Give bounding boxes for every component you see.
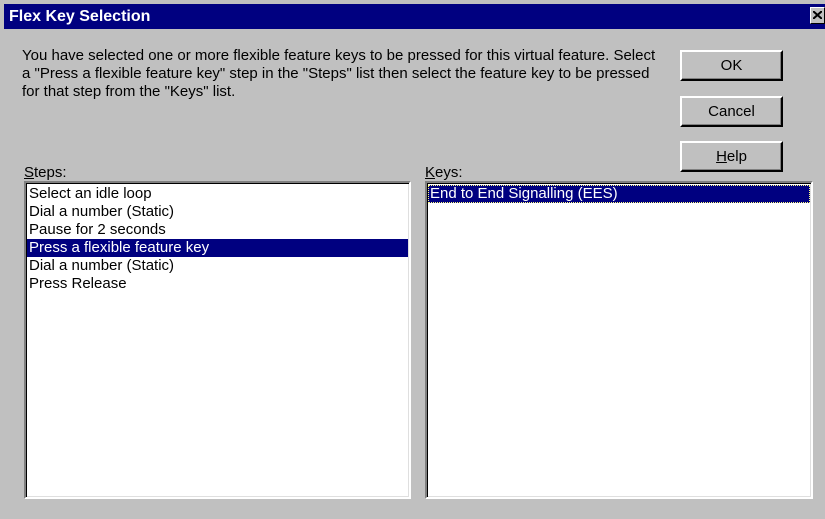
steps-label-rest: teps:: [34, 164, 67, 181]
window-title: Flex Key Selection: [9, 8, 151, 25]
instructions-text: You have selected one or more flexible f…: [22, 47, 656, 100]
close-icon: [813, 11, 822, 19]
steps-list-item[interactable]: Dial a number (Static): [27, 203, 408, 221]
steps-list-item[interactable]: Press a flexible feature key: [27, 239, 408, 257]
keys-list-item[interactable]: End to End Signalling (EES): [428, 185, 810, 203]
steps-list-item[interactable]: Select an idle loop: [27, 185, 408, 203]
keys-label-rest: eys:: [435, 164, 463, 181]
keys-mnemonic: K: [425, 164, 436, 181]
ok-button[interactable]: OK: [680, 50, 783, 81]
steps-list-item[interactable]: Pause for 2 seconds: [27, 221, 408, 239]
ok-button-label: OK: [720, 57, 743, 74]
steps-list-item[interactable]: Press Release: [27, 275, 408, 293]
close-button[interactable]: [810, 7, 825, 24]
steps-list-item[interactable]: Dial a number (Static): [27, 257, 408, 275]
cancel-button[interactable]: Cancel: [680, 96, 783, 127]
help-button-label: Help: [716, 148, 747, 165]
cancel-button-label: Cancel: [708, 103, 755, 120]
steps-label: Steps:: [24, 164, 67, 182]
keys-label: Keys:: [425, 164, 463, 182]
help-button[interactable]: Help: [680, 141, 783, 172]
steps-mnemonic: S: [24, 164, 35, 181]
help-label-rest: elp: [726, 148, 747, 165]
title-bar[interactable]: Flex Key Selection: [4, 4, 825, 29]
flex-key-selection-dialog: Flex Key Selection You have selected one…: [0, 0, 825, 519]
help-mnemonic: H: [716, 148, 727, 165]
steps-listbox[interactable]: Select an idle loop Dial a number (Stati…: [24, 181, 411, 499]
keys-listbox[interactable]: End to End Signalling (EES): [425, 181, 813, 499]
